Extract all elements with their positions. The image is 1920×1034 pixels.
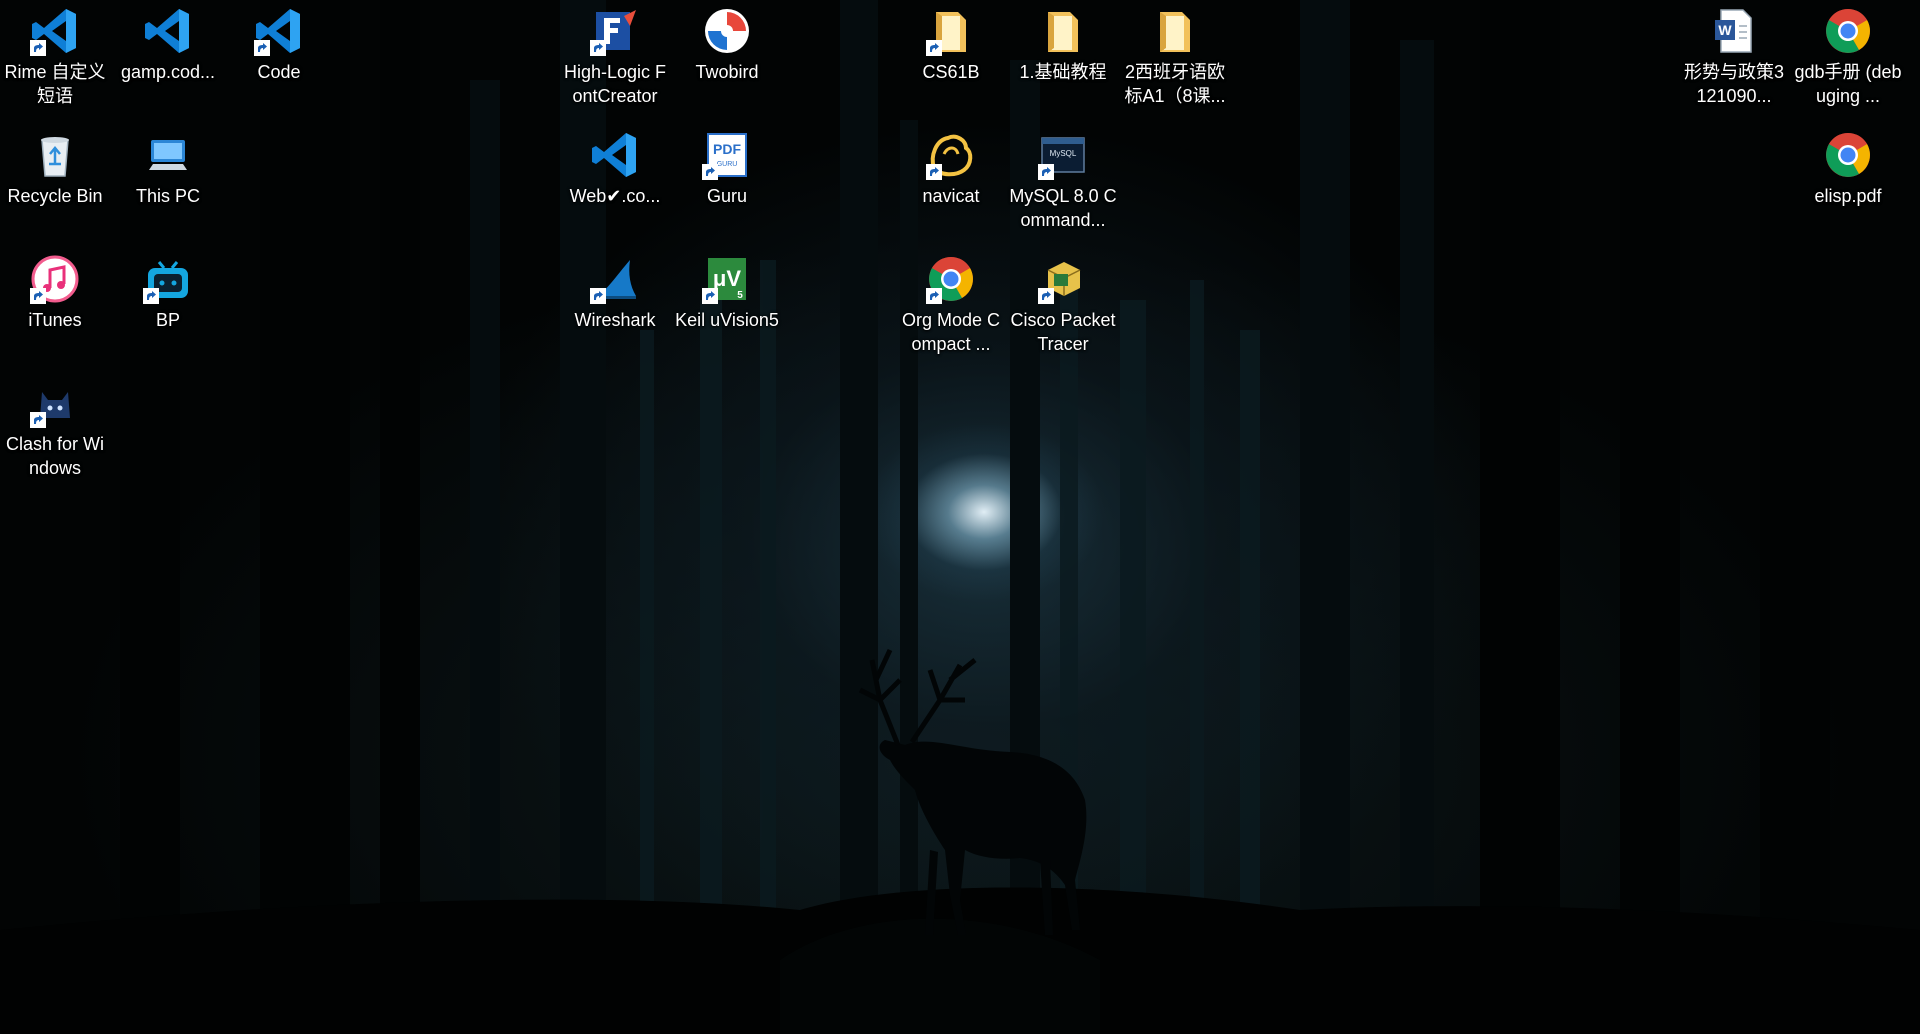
svg-text:MySQL: MySQL: [1050, 149, 1077, 158]
desktop-icon-label: Org Mode Compact ...: [901, 310, 1001, 354]
shortcut-arrow-icon: [30, 288, 46, 304]
desktop-icon-xingshi-zhengce[interactable]: W 形势与政策3121090...: [1679, 0, 1789, 118]
desktop-icon-label: 1.基础教程: [1019, 62, 1107, 82]
wireshark-icon: [588, 252, 642, 306]
itunes-icon: [28, 252, 82, 306]
svg-text:GURU: GURU: [717, 161, 738, 168]
vscode-icon: [141, 4, 195, 58]
shortcut-arrow-icon: [30, 40, 46, 56]
shortcut-arrow-icon: [590, 40, 606, 56]
desktop-icon-clash[interactable]: Clash for Windows: [0, 372, 110, 490]
shortcut-arrow-icon: [143, 288, 159, 304]
vscode-icon: [28, 4, 82, 58]
desktop-icon-label: Recycle Bin: [7, 186, 103, 206]
desktop-icon-label: Guru: [706, 186, 748, 206]
folder-icon: [1148, 4, 1202, 58]
desktop-icon-elisp-pdf[interactable]: elisp.pdf: [1793, 124, 1903, 242]
shortcut-arrow-icon: [30, 412, 46, 428]
desktop-icon-label: Code: [257, 62, 301, 82]
desktop-icon-label: navicat: [922, 186, 980, 206]
desktop-icon-label: Rime 自定义短语: [4, 62, 106, 106]
desktop-icon-gdb-manual[interactable]: gdb手册 (debuging ...: [1793, 0, 1903, 118]
vscode-icon: [588, 128, 642, 182]
folder-icon: [924, 4, 978, 58]
shortcut-arrow-icon: [702, 164, 718, 180]
fontcreator-icon: [588, 4, 642, 58]
desktop-icon-recycle-bin[interactable]: Recycle Bin: [0, 124, 110, 242]
desktop-icon-high-logic-fontcreator[interactable]: High-Logic FontCreator: [560, 0, 670, 118]
keil-icon: μV 5: [700, 252, 754, 306]
shortcut-arrow-icon: [926, 164, 942, 180]
shortcut-arrow-icon: [926, 40, 942, 56]
clash-cat-icon: [28, 376, 82, 430]
desktop-icon-label: CS61B: [922, 62, 980, 82]
desktop-icon-twobird[interactable]: Twobird: [672, 0, 782, 118]
desktop: Rime 自定义短语 Recycle Bin iTunes Clash for …: [0, 0, 1920, 1034]
desktop-icon-label: gdb手册 (debuging ...: [1794, 62, 1902, 106]
desktop-icon-label: Wireshark: [574, 310, 656, 330]
shortcut-arrow-icon: [1038, 164, 1054, 180]
this-pc-icon: [141, 128, 195, 182]
folder-icon: [1036, 4, 1090, 58]
chrome-icon: [924, 252, 978, 306]
desktop-icon-label: 形势与政策3121090...: [1683, 62, 1784, 106]
desktop-icon-gamp[interactable]: gamp.cod...: [113, 0, 223, 118]
desktop-icon-org-mode[interactable]: Org Mode Compact ...: [896, 248, 1006, 366]
desktop-icon-guru[interactable]: PDF GURU Guru: [672, 124, 782, 242]
desktop-icon-code[interactable]: Code: [224, 0, 334, 118]
desktop-icon-itunes[interactable]: iTunes: [0, 248, 110, 366]
bilibili-icon: [141, 252, 195, 306]
desktop-icon-label: This PC: [135, 186, 200, 206]
desktop-icon-cs61b[interactable]: CS61B: [896, 0, 1006, 118]
shortcut-arrow-icon: [254, 40, 270, 56]
pdf-guru-icon: PDF GURU: [700, 128, 754, 182]
svg-text:W: W: [1718, 22, 1732, 38]
vscode-icon: [252, 4, 306, 58]
desktop-icon-wireshark[interactable]: Wireshark: [560, 248, 670, 366]
recycle-bin-icon: [28, 128, 82, 182]
shortcut-arrow-icon: [590, 288, 606, 304]
desktop-icon-label: 2西班牙语欧标A1（8课...: [1124, 62, 1226, 106]
desktop-icon-rime[interactable]: Rime 自定义短语: [0, 0, 110, 118]
desktop-icon-mysql[interactable]: MySQL MySQL 8.0 Command...: [1008, 124, 1118, 242]
svg-text:5: 5: [737, 290, 743, 301]
desktop-icon-basic-tutorial[interactable]: 1.基础教程: [1008, 0, 1118, 118]
shortcut-arrow-icon: [926, 288, 942, 304]
word-doc-icon: W: [1707, 4, 1761, 58]
navicat-icon: [924, 128, 978, 182]
desktop-icon-label: Clash for Windows: [5, 434, 104, 478]
desktop-icon-cisco-packet-tracer[interactable]: Cisco Packet Tracer: [1008, 248, 1118, 366]
desktop-icon-label: Cisco Packet Tracer: [1010, 310, 1116, 354]
desktop-icon-this-pc[interactable]: This PC: [113, 124, 223, 242]
desktop-icon-label: Web✔.co...: [569, 186, 661, 206]
shortcut-arrow-icon: [702, 288, 718, 304]
desktop-icon-label: iTunes: [28, 310, 82, 330]
desktop-icon-label: High-Logic FontCreator: [563, 62, 667, 106]
mysql-icon: MySQL: [1036, 128, 1090, 182]
twobird-icon: [700, 4, 754, 58]
desktop-icon-label: BP: [155, 310, 180, 330]
desktop-icon-keil[interactable]: μV 5 Keil uVision5: [672, 248, 782, 366]
cisco-packet-tracer-icon: [1036, 252, 1090, 306]
desktop-icon-web-co[interactable]: Web✔.co...: [560, 124, 670, 242]
desktop-icon-navicat[interactable]: navicat: [896, 124, 1006, 242]
desktop-icon-bp[interactable]: BP: [113, 248, 223, 366]
desktop-icon-label: MySQL 8.0 Command...: [1009, 186, 1117, 230]
chrome-icon: [1821, 4, 1875, 58]
desktop-icon-label: gamp.cod...: [120, 62, 216, 82]
shortcut-arrow-icon: [1038, 288, 1054, 304]
chrome-icon: [1821, 128, 1875, 182]
desktop-icon-label: Twobird: [695, 62, 759, 82]
desktop-icon-spanish-a1[interactable]: 2西班牙语欧标A1（8课...: [1120, 0, 1230, 118]
desktop-icon-label: elisp.pdf: [1814, 186, 1882, 206]
desktop-icon-label: Keil uVision5: [675, 310, 779, 330]
svg-text:PDF: PDF: [713, 141, 741, 157]
